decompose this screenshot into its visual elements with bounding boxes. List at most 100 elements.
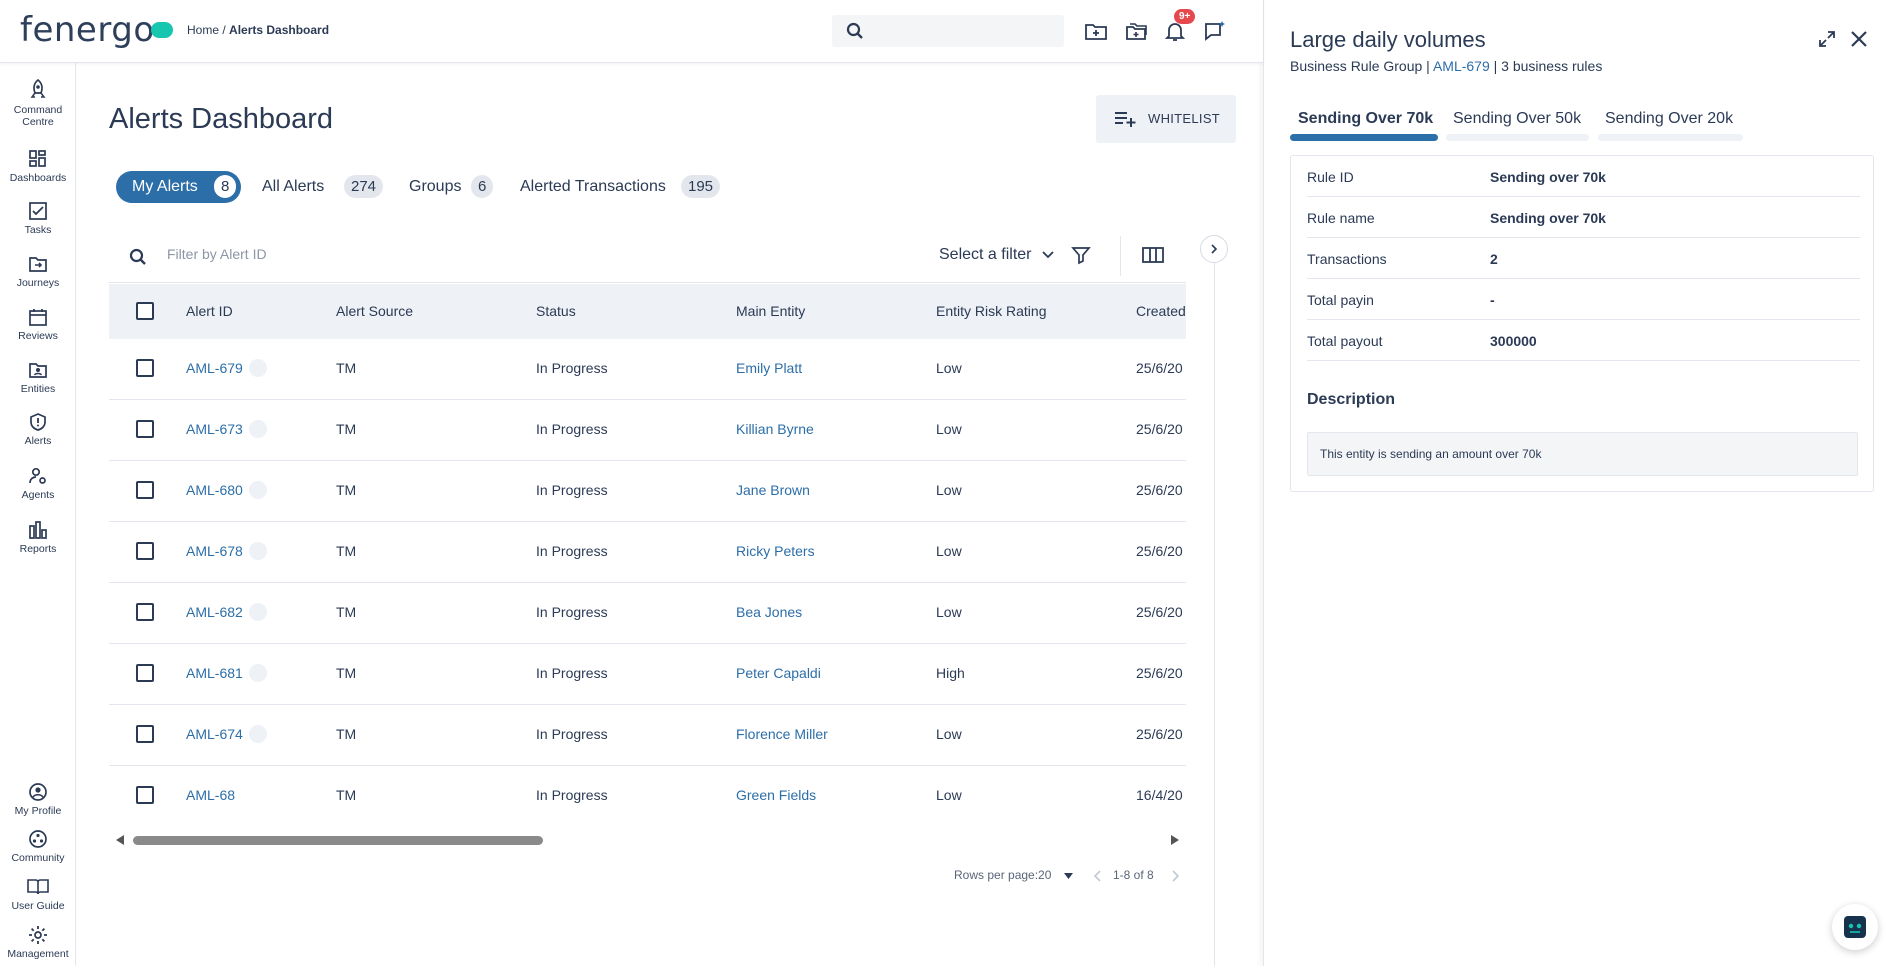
alert-id-link[interactable]: AML-679	[186, 359, 267, 378]
sidebar-item-label: Journeys	[16, 277, 60, 289]
tab-alerted-transactions[interactable]: Alerted Transactions 195	[520, 171, 740, 203]
expand-icon[interactable]	[1818, 30, 1836, 48]
tab-my-alerts[interactable]: My Alerts 8	[116, 171, 241, 203]
table-row[interactable]: AML-682 TM In Progress Bea Jones Low 25/…	[109, 583, 1186, 644]
collapse-panel-button[interactable]	[1200, 235, 1228, 263]
alert-id-link[interactable]: AML-681	[186, 664, 267, 683]
sidebar-item-command-centre[interactable]: Command Centre	[0, 79, 76, 128]
column-header[interactable]: Main Entity	[736, 303, 805, 319]
profile-icon	[29, 783, 47, 801]
column-header[interactable]: Alert Source	[336, 303, 413, 319]
scroll-right-arrow-icon[interactable]	[1170, 835, 1180, 845]
breadcrumb-home[interactable]: Home	[187, 23, 219, 37]
row-checkbox[interactable]	[136, 786, 154, 804]
calendar-icon	[29, 309, 47, 326]
alert-id-link[interactable]: AML-674	[186, 725, 267, 744]
table-row[interactable]: AML-673 TM In Progress Killian Byrne Low…	[109, 400, 1186, 461]
select-all-checkbox[interactable]	[136, 302, 154, 320]
main-entity-link[interactable]: Peter Capaldi	[736, 665, 821, 681]
alert-id-filter-input[interactable]: Filter by Alert ID	[167, 246, 267, 262]
close-icon[interactable]	[1850, 30, 1868, 48]
row-checkbox[interactable]	[136, 359, 154, 377]
alert-id-link[interactable]: AML-680	[186, 481, 267, 500]
assistant-chat-button[interactable]	[1832, 904, 1878, 950]
scrollbar-thumb[interactable]	[133, 836, 543, 845]
rows-per-page-select[interactable]: Rows per page:20	[954, 868, 1073, 882]
alert-id-link[interactable]: AML-673	[186, 420, 267, 439]
row-checkbox[interactable]	[136, 481, 154, 499]
sidebar-item-user-guide[interactable]: User Guide	[0, 877, 76, 912]
alert-id-link[interactable]: AML-682	[186, 603, 267, 622]
detail-row: Transactions 2	[1307, 238, 1860, 279]
scroll-left-arrow-icon[interactable]	[115, 835, 125, 845]
sidebar-item-label: Command Centre	[13, 104, 63, 128]
assignee-icon	[248, 420, 267, 439]
sidebar-item-reports[interactable]: Reports	[0, 520, 76, 555]
sidebar-item-entities[interactable]: Entities	[0, 360, 76, 395]
horizontal-scrollbar[interactable]	[109, 833, 1186, 847]
tab-count: 274	[344, 175, 384, 198]
detail-row: Total payin -	[1307, 279, 1860, 320]
sidebar-item-my-profile[interactable]: My Profile	[0, 782, 76, 817]
notification-badge: 9+	[1174, 9, 1196, 24]
alert-link[interactable]: AML-679	[1433, 58, 1490, 74]
column-header[interactable]: Entity Risk Rating	[936, 303, 1046, 319]
folder-stack-icon[interactable]	[1124, 19, 1148, 43]
main-entity-link[interactable]: Ricky Peters	[736, 543, 815, 559]
caret-down-icon	[1063, 873, 1073, 879]
sidebar-item-label: Community	[11, 852, 65, 864]
table-row[interactable]: AML-680 TM In Progress Jane Brown Low 25…	[109, 461, 1186, 522]
alerts-table-card: Filter by Alert ID Select a filter Alert…	[109, 228, 1186, 928]
select-filter-dropdown[interactable]: Select a filter	[939, 246, 1054, 264]
main-entity-link[interactable]: Jane Brown	[736, 482, 810, 498]
sidebar-item-label: My Profile	[14, 805, 62, 817]
table-row[interactable]: AML-68 TM In Progress Green Fields Low 1…	[109, 766, 1186, 825]
page-range: 1-8 of 8	[1113, 868, 1154, 882]
table-row[interactable]: AML-679 TM In Progress Emily Platt Low 2…	[109, 339, 1186, 400]
tab-groups[interactable]: Groups 6	[409, 171, 509, 203]
tab-all-alerts[interactable]: All Alerts 274	[262, 171, 387, 203]
main-entity-link[interactable]: Green Fields	[736, 787, 816, 803]
sidebar-item-dashboards[interactable]: Dashboards	[0, 149, 76, 184]
main-entity-link[interactable]: Bea Jones	[736, 604, 802, 620]
prev-page-icon[interactable]	[1094, 870, 1102, 882]
sidebar-item-tasks[interactable]: Tasks	[0, 201, 76, 236]
columns-icon[interactable]	[1142, 245, 1164, 265]
main-entity-link[interactable]: Killian Byrne	[736, 421, 814, 437]
table-row[interactable]: AML-674 TM In Progress Florence Miller L…	[109, 705, 1186, 766]
sidebar-item-management[interactable]: Management	[0, 925, 76, 960]
alert-id-link[interactable]: AML-68	[186, 787, 235, 803]
column-header[interactable]: Status	[536, 303, 576, 319]
detail-row: Rule ID Sending over 70k	[1307, 156, 1860, 197]
new-folder-icon[interactable]	[1084, 19, 1108, 43]
fenergo-logo[interactable]: fenergo	[20, 10, 173, 50]
sidebar-item-reviews[interactable]: Reviews	[0, 307, 76, 342]
dashboard-grid-icon	[29, 150, 46, 167]
global-search-input[interactable]	[832, 15, 1064, 47]
row-checkbox[interactable]	[136, 664, 154, 682]
table-row[interactable]: AML-678 TM In Progress Ricky Peters Low …	[109, 522, 1186, 583]
main-entity-link[interactable]: Florence Miller	[736, 726, 828, 742]
sidebar-item-community[interactable]: Community	[0, 829, 76, 864]
row-checkbox[interactable]	[136, 542, 154, 560]
row-checkbox[interactable]	[136, 420, 154, 438]
table-row[interactable]: AML-681 TM In Progress Peter Capaldi Hig…	[109, 644, 1186, 705]
sidebar-item-journeys[interactable]: Journeys	[0, 254, 76, 289]
sidebar-item-alerts[interactable]: Alerts	[0, 412, 76, 447]
folder-person-icon	[29, 363, 47, 378]
whitelist-button[interactable]: WHITELIST	[1096, 95, 1236, 143]
main-entity-link[interactable]: Emily Platt	[736, 360, 802, 376]
checkbox-icon	[29, 202, 47, 220]
shield-alert-icon	[30, 413, 46, 431]
column-header[interactable]: Created	[1136, 303, 1186, 319]
row-checkbox[interactable]	[136, 603, 154, 621]
alert-id-link[interactable]: AML-678	[186, 542, 267, 561]
chat-ai-icon[interactable]	[1203, 19, 1227, 43]
next-page-icon[interactable]	[1171, 870, 1179, 882]
playlist-add-icon	[1115, 112, 1136, 127]
sidebar-item-agents[interactable]: Agents	[0, 466, 76, 501]
row-checkbox[interactable]	[136, 725, 154, 743]
column-header[interactable]: Alert ID	[186, 303, 233, 319]
main-content: Alerts Dashboard WHITELIST My Alerts 8 A…	[76, 63, 1263, 966]
filter-icon[interactable]	[1071, 245, 1091, 265]
